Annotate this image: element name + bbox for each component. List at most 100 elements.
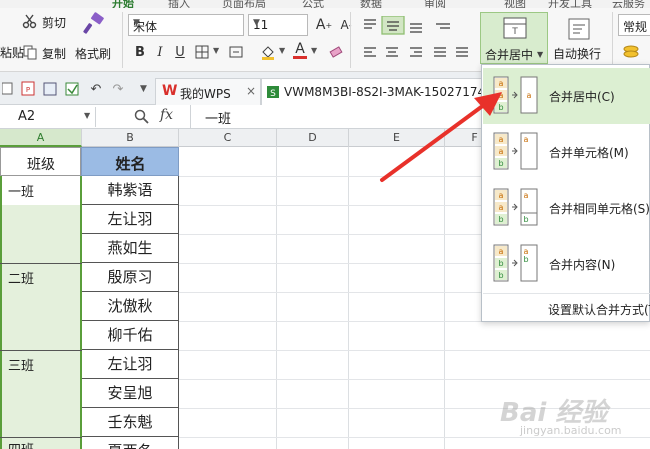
number-format-value: 常规 (623, 20, 648, 34)
borders-icon (195, 45, 209, 59)
paste-button[interactable]: 粘贴 (0, 44, 24, 61)
name-cell[interactable]: 夏西冬 (82, 437, 178, 449)
svg-text:b: b (523, 215, 528, 224)
svg-text:a: a (499, 191, 504, 200)
undo-button[interactable]: ↶ (86, 79, 106, 99)
cell-ref: A2 (18, 109, 36, 124)
chevron-down-icon: ▼ (133, 18, 140, 28)
header-name-label: 姓名 (115, 155, 146, 173)
name-cell[interactable]: 殷原习 (82, 263, 178, 292)
name-cell[interactable]: 安呈旭 (82, 379, 178, 408)
merge-small-button[interactable] (226, 42, 246, 62)
formula-content: 一班 (205, 112, 232, 127)
copy-button[interactable]: 复制 (22, 44, 66, 63)
header-class-label: 班级 (27, 157, 55, 173)
header-cell-class[interactable]: 班级 (0, 147, 81, 176)
currency-button[interactable] (622, 44, 640, 65)
class-cell[interactable]: 一班 (8, 181, 89, 200)
increase-font-button[interactable]: A + (314, 15, 334, 35)
number-format-select[interactable]: 常规 (618, 14, 650, 36)
merge-content-option: 合并内容(N) (549, 258, 616, 272)
svg-text:S: S (270, 89, 276, 99)
redo-button[interactable]: ↷ (108, 79, 128, 99)
merge-same-cells-icon: a a b a b (493, 188, 538, 226)
svg-text:b: b (498, 259, 503, 268)
merge-cells-icon: T (503, 17, 527, 39)
merge-same-option: 合并相同单元格(S) (549, 202, 650, 216)
svg-text:a: a (524, 191, 529, 200)
borders-button[interactable] (192, 42, 212, 62)
header-cell-name[interactable]: 姓名 (81, 147, 179, 176)
svg-text:b: b (498, 215, 503, 224)
close-icon[interactable]: × (246, 84, 256, 98)
merge-center-option: 合并居中(C) (549, 90, 615, 104)
menu-strip: 开始 插入 页面布局 公式 数据 审阅 视图 开发工具 云服务 (0, 0, 650, 10)
cut-button[interactable]: 剪切 (22, 13, 66, 32)
font-color-button[interactable]: A (290, 40, 310, 60)
chevron-down-icon[interactable]: ▼ (140, 84, 147, 94)
font-size-select[interactable]: 11 ▼ (248, 14, 308, 36)
format-painter-button[interactable]: 格式刷 (74, 10, 114, 68)
cut-label: 剪切 (42, 16, 67, 30)
wps-logo-icon: W (162, 83, 178, 99)
svg-text:a: a (499, 247, 504, 256)
merge-content-icon: a b b a b (493, 244, 538, 282)
chevron-down-icon[interactable]: ▼ (279, 46, 285, 55)
undo-icon: ↶ (90, 81, 102, 97)
name-box[interactable]: A2 ▼ (0, 107, 96, 127)
font-color-glyph: A (295, 40, 305, 57)
svg-text:a: a (527, 91, 532, 100)
svg-text:b: b (498, 271, 503, 280)
name-cell[interactable]: 韩紫语 (82, 176, 178, 205)
name-cell[interactable]: 壬东魁 (82, 408, 178, 437)
italic-button[interactable]: I (150, 42, 170, 62)
redo-icon: ↷ (112, 81, 124, 97)
zoom-icon[interactable] (134, 109, 150, 125)
fx-button[interactable]: fx (160, 107, 173, 123)
currency-icon (623, 45, 639, 58)
alignment-icons (364, 15, 468, 57)
baidu-watermark-url: jingyan.baidu.com (520, 424, 622, 437)
name-cell[interactable]: 沈傲秋 (82, 292, 178, 321)
svg-text:a: a (524, 135, 529, 144)
chevron-down-icon[interactable]: ▼ (213, 46, 219, 55)
name-cell[interactable]: 左让羽 (82, 350, 178, 379)
default-merge-settings[interactable]: 设置默认合并方式(T) (548, 301, 650, 318)
wrap-text-button[interactable]: 自动换行 (552, 12, 606, 64)
class-cell[interactable]: 二班 (8, 268, 89, 287)
tab-my-wps-label: 我的WPS (180, 87, 231, 101)
name-cell[interactable]: 左让羽 (82, 205, 178, 234)
tab-my-wps[interactable]: W 我的WPS × (155, 78, 261, 105)
svg-text:P: P (26, 86, 30, 94)
wrap-text-icon (568, 18, 590, 40)
svg-text:T: T (511, 27, 518, 37)
class-cell[interactable]: 四班 (8, 439, 89, 449)
merge-cells-option: 合并单元格(M) (549, 146, 629, 160)
column-header-c[interactable]: C (179, 129, 277, 147)
merge-menu-item-merge-content[interactable]: a b b a b 合并内容(N) (483, 236, 650, 292)
merge-center-button[interactable]: T 合并居中 ▼ (480, 12, 548, 64)
column-header-a[interactable]: A (0, 129, 82, 147)
font-name-select[interactable]: 宋体 ▼ (128, 14, 244, 36)
class-cell[interactable]: 三班 (8, 355, 89, 374)
underline-button[interactable]: U (170, 42, 190, 62)
chevron-down-icon[interactable]: ▼ (311, 46, 317, 55)
svg-text:b: b (523, 255, 528, 264)
name-cell[interactable]: 柳千佑 (82, 321, 178, 350)
bold-button[interactable]: B (130, 42, 150, 62)
column-header-d[interactable]: D (277, 129, 349, 147)
svg-text:a: a (499, 203, 504, 212)
eraser-button[interactable] (326, 42, 346, 62)
copy-icon (23, 45, 37, 60)
column-header-b[interactable]: B (82, 129, 179, 147)
spreadsheet-icon: S (267, 86, 279, 99)
annotation-arrow (380, 92, 502, 182)
font-color-swatch (293, 55, 307, 59)
ribbon: 粘贴 剪切 复制 格式刷 宋体 ▼ 11 ▼ A + A B I U ▼ ▼ A… (0, 8, 650, 72)
fill-color-button[interactable] (258, 42, 278, 62)
format-painter-icon (83, 12, 104, 34)
name-cell[interactable]: 燕如生 (82, 234, 178, 263)
decrease-font-button[interactable]: A- (336, 15, 356, 35)
eraser-icon (329, 46, 343, 58)
chevron-down-icon: ▼ (537, 50, 544, 59)
